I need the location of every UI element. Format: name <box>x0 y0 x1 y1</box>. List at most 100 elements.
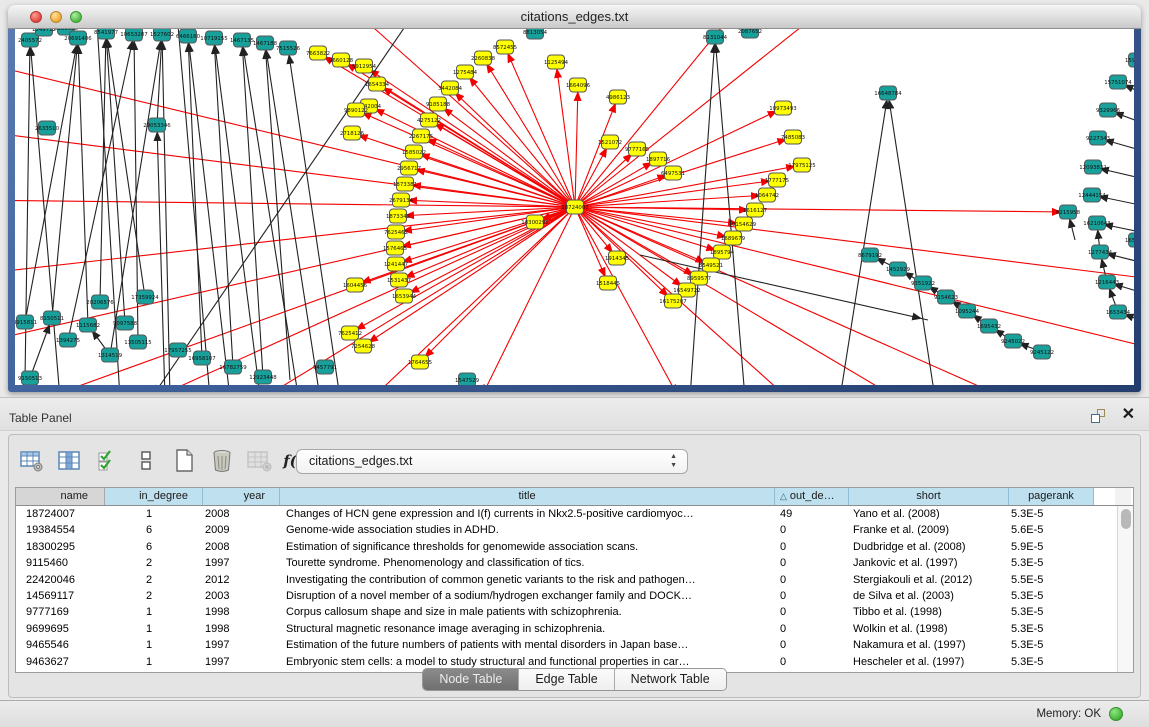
float-panel-icon[interactable] <box>1091 409 1105 423</box>
graph-edge[interactable] <box>420 207 575 362</box>
graph-edge[interactable] <box>404 207 575 296</box>
graph-edge[interactable] <box>320 29 575 207</box>
graph-edge[interactable] <box>175 29 210 385</box>
graph-node[interactable]: 1275484 <box>453 65 478 79</box>
graph-node[interactable]: 1764655 <box>408 355 432 369</box>
select-all-check-icon[interactable] <box>95 448 121 474</box>
table-row[interactable]: 977716911998Corpus callosum shape and si… <box>16 604 1133 620</box>
graph-node[interactable]: 9660128 <box>329 53 354 67</box>
graph-node[interactable]: 7625412 <box>338 326 362 340</box>
graph-node[interactable]: 1314519 <box>98 348 123 362</box>
column-header-out-degree[interactable]: △out_de… <box>775 488 849 505</box>
graph-node[interactable]: 16782759 <box>219 360 247 374</box>
graph-node[interactable]: 1241447 <box>384 257 408 271</box>
graph-node[interactable]: 8131044 <box>703 30 728 44</box>
graph-node[interactable]: 4275122 <box>417 113 441 127</box>
graph-edge[interactable] <box>690 37 715 385</box>
graph-node[interactable]: 9154623 <box>934 290 958 304</box>
table-row[interactable]: 1938455462009Genome-wide association stu… <box>16 522 1133 538</box>
graph-edge[interactable] <box>78 38 88 325</box>
graph-node[interactable]: 1467188 <box>253 36 278 50</box>
graph-edge[interactable] <box>265 43 320 385</box>
graph-node[interactable]: 1521072 <box>598 135 622 149</box>
graph-node[interactable]: 1576465 <box>383 241 407 255</box>
close-panel-icon[interactable]: ✕ <box>1122 406 1135 424</box>
graph-node[interactable]: 8150511 <box>40 311 64 325</box>
close-window-button[interactable] <box>30 11 42 23</box>
table-row[interactable]: 969969511998Structural magnetic resonanc… <box>16 621 1133 637</box>
graph-edge[interactable] <box>398 207 575 216</box>
graph-node[interactable]: 7663822 <box>306 46 330 60</box>
graph-edge[interactable] <box>95 29 120 385</box>
graph-node[interactable]: 1394275 <box>56 333 80 347</box>
table-row[interactable]: 946554611997Estimation of the future num… <box>16 637 1133 653</box>
graph-node[interactable]: 10653287 <box>120 29 147 41</box>
graph-node[interactable]: 1897716 <box>646 152 671 166</box>
graph-node[interactable]: 6497531 <box>661 166 685 180</box>
graph-edge[interactable] <box>575 108 783 207</box>
graph-node[interactable]: 10719155 <box>200 31 227 45</box>
graph-node[interactable]: 1095244 <box>955 304 980 318</box>
graph-node[interactable]: 17359924 <box>131 290 159 304</box>
zoom-window-button[interactable] <box>70 11 82 23</box>
graph-node[interactable]: 1527602 <box>150 29 174 41</box>
graph-node[interactable]: 9457791 <box>313 360 337 374</box>
column-header-title[interactable]: title <box>280 488 775 505</box>
graph-node[interactable]: 7254628 <box>351 339 376 353</box>
graph-node[interactable]: 1616127 <box>743 203 767 217</box>
graph-edge[interactable] <box>15 60 575 207</box>
column-header-in-degree[interactable]: in_degree <box>105 488 203 505</box>
graph-node[interactable]: 2260838 <box>471 51 496 65</box>
graph-node[interactable]: 1115682 <box>76 318 100 332</box>
memory-status-icon[interactable] <box>1109 707 1123 721</box>
graph-node[interactable]: 8813054 <box>523 29 548 39</box>
graph-node[interactable]: 8549521 <box>699 258 723 272</box>
graph-edge[interactable] <box>575 149 637 207</box>
graph-node[interactable]: 1873342 <box>386 209 410 223</box>
graph-edge[interactable] <box>242 40 298 385</box>
graph-node[interactable]: 9245022 <box>1001 334 1025 348</box>
graph-node[interactable]: 5912954 <box>352 59 377 73</box>
graph-edge[interactable] <box>575 207 733 238</box>
graph-node[interactable]: 2267175 <box>409 129 433 143</box>
graph-node[interactable]: 16648784 <box>874 86 902 100</box>
graph-edge[interactable] <box>575 207 617 258</box>
table-row[interactable]: 2242004622012Investigating the contribut… <box>16 572 1133 588</box>
graph-node[interactable]: 1595834 <box>1125 53 1134 67</box>
graph-edge[interactable] <box>575 207 722 252</box>
graph-node[interactable]: 1914345 <box>605 251 629 265</box>
graph-node[interactable]: 9227343 <box>1086 131 1110 145</box>
network-window-titlebar[interactable]: citations_edges.txt <box>8 5 1141 29</box>
graph-node[interactable]: 12444154 <box>1078 188 1106 202</box>
graph-node[interactable]: 16210643 <box>1083 216 1110 230</box>
graph-node[interactable]: 8541977 <box>94 29 118 39</box>
scrollbar-thumb[interactable] <box>1121 509 1131 529</box>
graph-node[interactable]: 7625462 <box>384 225 408 239</box>
table-source-dropdown[interactable]: citations_edges.txt ▲▼ <box>296 449 688 474</box>
graph-node[interactable]: 9351922 <box>911 276 935 290</box>
graph-node[interactable]: 1689679 <box>721 231 746 245</box>
graph-edge[interactable] <box>157 125 165 385</box>
graph-node[interactable]: 1604456 <box>343 278 368 292</box>
delete-table-icon[interactable] <box>209 448 235 474</box>
graph-node[interactable]: 9150513 <box>18 371 42 385</box>
graph-node[interactable]: 9329966 <box>1096 103 1121 117</box>
graph-node[interactable]: 1895794 <box>710 245 735 259</box>
graph-node[interactable]: 1518445 <box>596 276 620 290</box>
minimize-window-button[interactable] <box>50 11 62 23</box>
graph-node[interactable]: 1585022 <box>402 145 426 159</box>
graph-edge[interactable] <box>840 93 888 385</box>
vertical-scrollbar[interactable] <box>1117 506 1133 672</box>
graph-node[interactable]: 1531437 <box>387 273 411 287</box>
graph-node[interactable]: 1064742 <box>755 188 779 202</box>
table-settings-icon[interactable] <box>19 448 45 474</box>
graph-node[interactable]: 7485083 <box>781 130 805 144</box>
column-header-short[interactable]: short <box>849 488 1009 505</box>
graph-edge[interactable] <box>396 207 575 264</box>
graph-edge[interactable] <box>52 38 78 318</box>
graph-edge[interactable] <box>715 37 745 385</box>
graph-node[interactable]: 8572455 <box>493 40 517 54</box>
graph-edge[interactable] <box>575 207 1068 212</box>
graph-node[interactable]: 1125494 <box>544 55 569 69</box>
graph-edge[interactable] <box>575 207 687 290</box>
